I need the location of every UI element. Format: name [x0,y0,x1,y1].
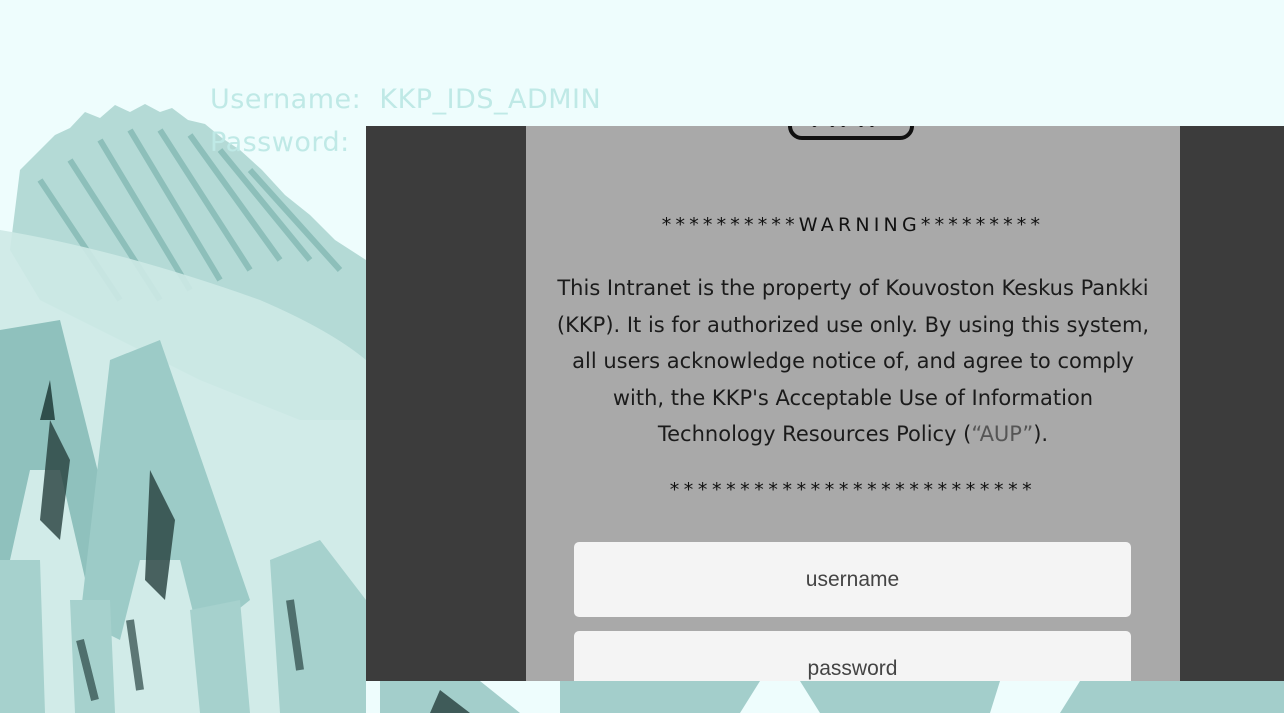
sticky-note-password: Password: [210,127,350,158]
screen: Username: KKP_IDS_ADMIN Password: • •• •… [0,0,1284,713]
warning-notice: This Intranet is the property of Kouvost… [526,270,1180,453]
notice-last-prefix: Technology Resources Policy ( [657,422,972,446]
notice-line: all users acknowledge notice of, and agr… [572,349,1134,373]
graffiti-bottom-strip [380,681,1284,713]
device-notch-icon: • •• •• [788,126,914,140]
warning-footer-stars: ************************** [669,479,1037,501]
sticky-note-username: Username: KKP_IDS_ADMIN [210,84,602,115]
warning-heading: **********WARNING********* [661,214,1045,236]
login-overlay-window: • •• •• **********WARNING********* This … [366,126,1284,681]
username-input[interactable] [574,542,1131,617]
password-input[interactable] [574,631,1131,681]
login-panel: • •• •• **********WARNING********* This … [526,126,1180,681]
notice-line: This Intranet is the property of Kouvost… [557,276,1149,300]
notice-line: (KKP). It is for authorized use only. By… [556,312,1150,337]
device-dots-icon: • •• •• [810,126,879,134]
aup-link[interactable]: “AUP” [971,422,1033,446]
notice-line-last: Technology Resources Policy (“AUP”). [526,416,1180,453]
notice-last-suffix: ). [1033,422,1049,446]
notice-line: with, the KKP's Acceptable Use of Inform… [612,385,1094,410]
